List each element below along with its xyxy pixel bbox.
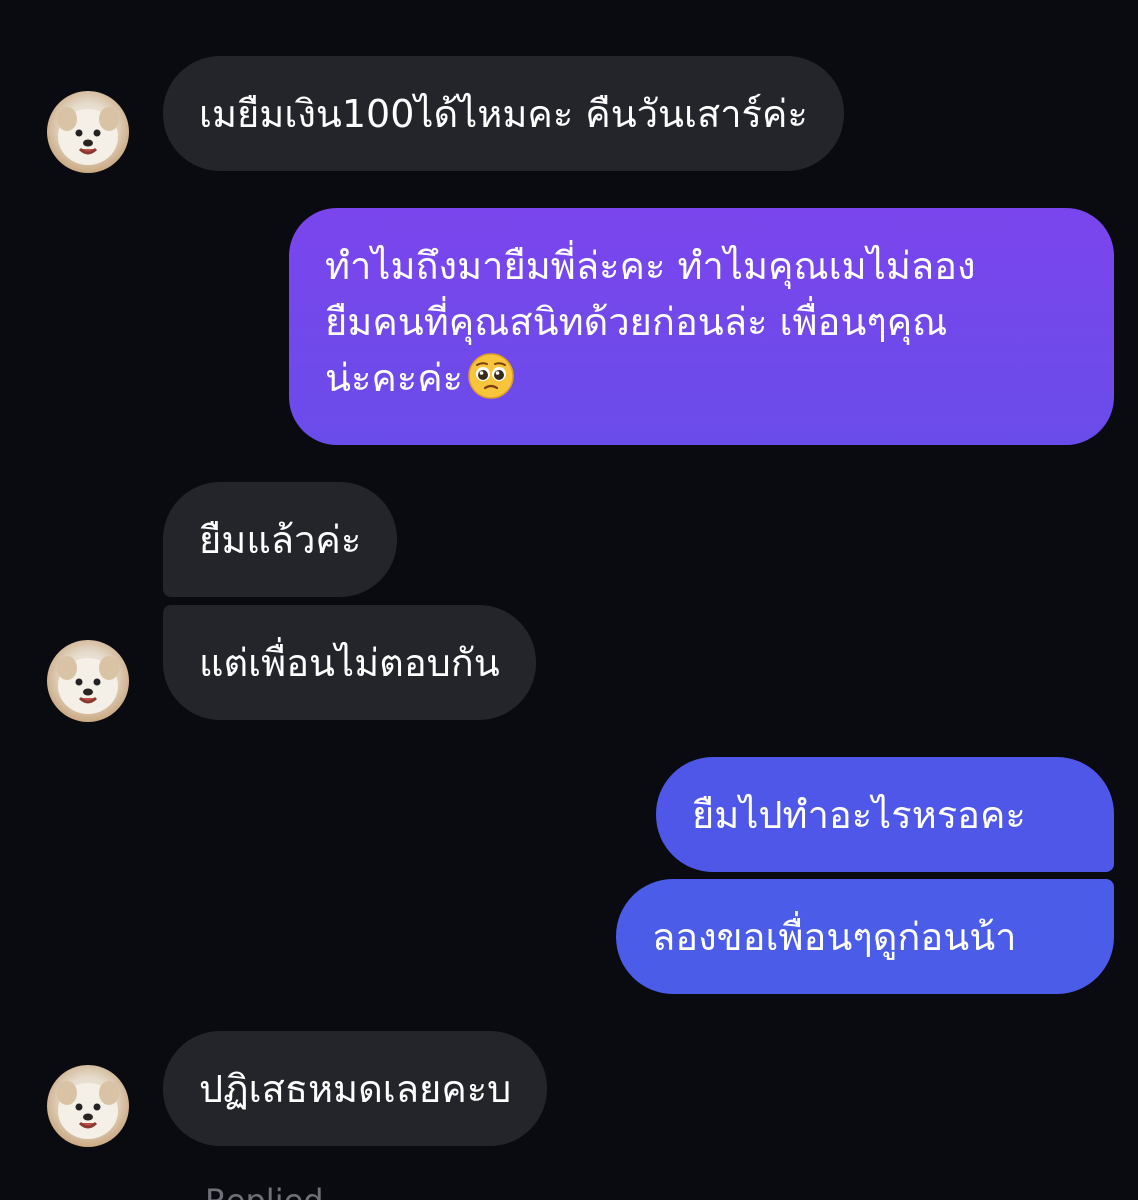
chat-thread: เมยืมเงิน100ได้ไหมคะ คืนวันเสาร์ค่ะ ทำไม… xyxy=(0,0,1138,1200)
message-text: แต่เพื่อนไม่ตอบกัน xyxy=(199,641,500,685)
message-text: ปฏิเสธหมดเลยคะบ xyxy=(199,1067,512,1111)
incoming-message[interactable]: เมยืมเงิน100ได้ไหมคะ คืนวันเสาร์ค่ะ xyxy=(163,56,844,171)
contact-avatar[interactable] xyxy=(47,640,129,722)
message-line: ทำไมถึงมายืมพี่ล่ะคะ ทำไมคุณเมไม่ลอง xyxy=(325,244,976,288)
message-text: ยืมไปทำอะไรหรอคะ xyxy=(692,793,1026,837)
dog-avatar-image xyxy=(57,107,119,165)
message-text: เมยืมเงิน100ได้ไหมคะ คืนวันเสาร์ค่ะ xyxy=(199,92,808,136)
message-status-label: Replied xyxy=(205,1182,324,1200)
contact-avatar[interactable] xyxy=(47,1065,129,1147)
message-line: น่ะคะค่ะ xyxy=(325,350,1078,415)
incoming-message[interactable]: ปฏิเสธหมดเลยคะบ xyxy=(163,1031,548,1146)
message-text: ยืมแล้วค่ะ xyxy=(199,518,362,562)
message-text: ลองขอเพื่อนๆดูก่อนน้า xyxy=(652,915,1017,959)
outgoing-message[interactable]: ยืมไปทำอะไรหรอคะ xyxy=(656,757,1114,872)
outgoing-message[interactable]: ลองขอเพื่อนๆดูก่อนน้า xyxy=(616,879,1114,994)
pleading-face-emoji xyxy=(467,352,515,415)
dog-avatar-image xyxy=(57,1081,119,1139)
incoming-message[interactable]: แต่เพื่อนไม่ตอบกัน xyxy=(163,605,536,720)
incoming-message[interactable]: ยืมแล้วค่ะ xyxy=(163,482,398,597)
dog-avatar-image xyxy=(57,656,119,714)
contact-avatar[interactable] xyxy=(47,91,129,173)
message-line: ยืมคนที่คุณสนิทด้วยก่อนล่ะ เพื่อนๆคุณ xyxy=(325,300,948,344)
outgoing-message[interactable]: ทำไมถึงมายืมพี่ล่ะคะ ทำไมคุณเมไม่ลอง ยืม… xyxy=(289,208,1114,445)
